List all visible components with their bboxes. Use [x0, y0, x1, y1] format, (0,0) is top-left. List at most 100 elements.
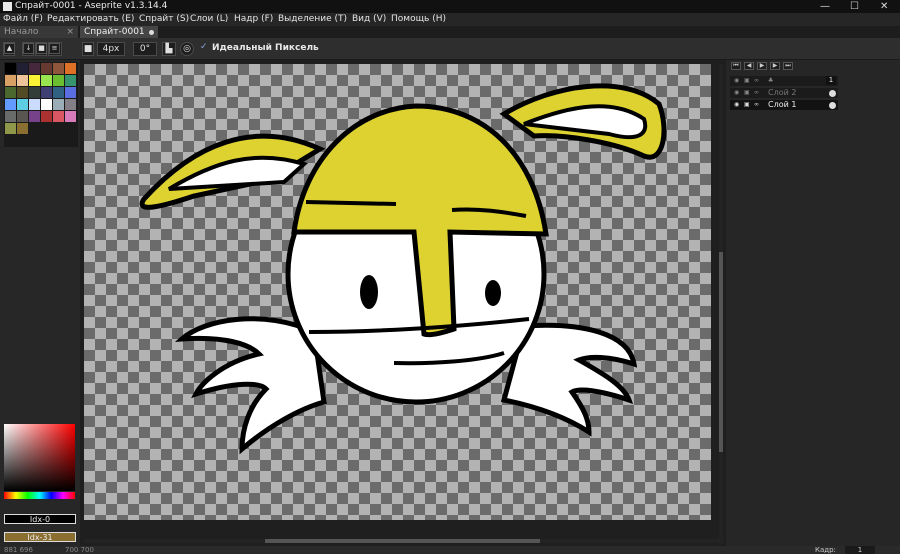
- palette-swatch[interactable]: [5, 99, 16, 110]
- first-frame-button[interactable]: ⏮: [731, 62, 741, 70]
- eye-icon[interactable]: ◉: [734, 90, 740, 96]
- next-frame-button[interactable]: ▶: [770, 62, 780, 70]
- palette-swatch[interactable]: [29, 87, 40, 98]
- palette-swatch[interactable]: [53, 111, 64, 122]
- menu-help[interactable]: Помощь (H): [391, 13, 446, 26]
- layer-name: Слой 1: [768, 100, 797, 109]
- pixel-perfect-checkbox[interactable]: ✓: [200, 42, 208, 52]
- palette-swatch[interactable]: [29, 75, 40, 86]
- palette-swatch[interactable]: [5, 63, 16, 74]
- palette-swatch[interactable]: [41, 63, 52, 74]
- palette-swatch[interactable]: [41, 111, 52, 122]
- palette-swatch[interactable]: [65, 75, 76, 86]
- eye-icon[interactable]: ◉: [734, 102, 740, 108]
- palette-swatch[interactable]: [29, 63, 40, 74]
- palette-swatch[interactable]: [5, 111, 16, 122]
- menu-file[interactable]: Файл (F): [3, 13, 43, 26]
- lock-icon[interactable]: ▣: [744, 102, 750, 108]
- layer-name: Слой 2: [768, 88, 797, 97]
- vertical-scroll-thumb[interactable]: [719, 252, 723, 452]
- unsaved-dot-icon: [149, 30, 154, 35]
- frame-number[interactable]: 1: [826, 76, 836, 85]
- palette-swatches[interactable]: [4, 62, 78, 147]
- tab-sprite[interactable]: Спрайт-0001: [80, 26, 158, 38]
- palette-swatch[interactable]: [29, 99, 40, 110]
- palette-down-icon[interactable]: ↓: [23, 43, 34, 54]
- menu-layers[interactable]: Слои (L): [190, 13, 228, 26]
- palette-swatch[interactable]: [53, 75, 64, 86]
- palette-swatch[interactable]: [53, 99, 64, 110]
- palette-swatch[interactable]: [41, 99, 52, 110]
- link-icon[interactable]: ∞: [754, 78, 760, 84]
- tab-sprite-label: Спрайт-0001: [84, 27, 145, 37]
- horizontal-scroll-thumb[interactable]: [265, 539, 540, 543]
- brush-angle-field[interactable]: 0°: [133, 42, 157, 56]
- background-color-index[interactable]: Idx-31: [4, 532, 76, 542]
- menu-sprite[interactable]: Спрайт (S): [139, 13, 189, 26]
- palette-swatch[interactable]: [65, 111, 76, 122]
- foreground-color-index[interactable]: Idx-0: [4, 514, 76, 524]
- color-picker[interactable]: [4, 424, 75, 491]
- palette-swatch[interactable]: [5, 123, 16, 134]
- palette-swatch[interactable]: [17, 87, 28, 98]
- context-bar: ▪ ↓ ■ ≡ ■ 4px 0° ▙ ◎ ✓ Идеальный Пиксель: [0, 38, 900, 60]
- palette-swatch[interactable]: [5, 75, 16, 86]
- layer-row-2[interactable]: ◉ ▣ ∞ Слой 2: [730, 88, 838, 98]
- link-icon[interactable]: ∞: [754, 90, 760, 96]
- palette-swatch[interactable]: [41, 75, 52, 86]
- cel-dot[interactable]: [829, 90, 836, 97]
- left-brow: [305, 200, 397, 206]
- timeline-panel: [726, 60, 900, 546]
- menu-select[interactable]: Выделение (T): [278, 13, 347, 26]
- cursor-coords: 881 696: [4, 546, 33, 554]
- eye-icon[interactable]: ◉: [734, 78, 740, 84]
- pixel-perfect-label: Идеальный Пиксель: [212, 43, 319, 53]
- palette-swatch[interactable]: [17, 63, 28, 74]
- play-button[interactable]: ▶: [757, 62, 767, 70]
- right-eye: [485, 280, 501, 306]
- last-frame-button[interactable]: ⏭: [783, 62, 793, 70]
- tab-close-icon[interactable]: ×: [66, 26, 74, 38]
- palette-swatch[interactable]: [53, 63, 64, 74]
- palette-swatch[interactable]: [65, 99, 76, 110]
- close-button[interactable]: ✕: [880, 0, 888, 13]
- opacity-icon[interactable]: ◎: [180, 42, 194, 56]
- link-icon[interactable]: ∞: [754, 102, 760, 108]
- layer-row-1[interactable]: ◉ ▣ ∞ Слой 1: [730, 100, 838, 110]
- palette-swatch[interactable]: [5, 87, 16, 98]
- palette-square-icon[interactable]: ■: [36, 43, 47, 54]
- minimize-button[interactable]: —: [820, 0, 830, 13]
- menu-view[interactable]: Вид (V): [352, 13, 386, 26]
- palette-swatch[interactable]: [65, 87, 76, 98]
- palette-swatch[interactable]: [65, 63, 76, 74]
- hue-slider[interactable]: [4, 492, 75, 499]
- onion-skin-icon[interactable]: ♣: [768, 78, 774, 84]
- brush-size-field[interactable]: 4px: [97, 42, 125, 56]
- frame-label: Кадр:: [815, 546, 836, 554]
- palette-lock-icon[interactable]: ▲: [4, 43, 15, 54]
- palette-swatch[interactable]: [41, 87, 52, 98]
- cel-dot[interactable]: [829, 102, 836, 109]
- palette-swatch[interactable]: [17, 111, 28, 122]
- prev-frame-button[interactable]: ◀: [744, 62, 754, 70]
- palette-swatch[interactable]: [17, 75, 28, 86]
- palette-swatch[interactable]: [53, 87, 64, 98]
- palette-swatch[interactable]: [17, 123, 28, 134]
- palette-swatch[interactable]: [29, 111, 40, 122]
- left-eye: [360, 275, 378, 309]
- ink-icon[interactable]: ▙: [162, 42, 176, 56]
- lock-icon[interactable]: ▣: [744, 90, 750, 96]
- maximize-button[interactable]: ☐: [850, 0, 859, 13]
- brush-shape-icon[interactable]: ■: [82, 42, 94, 56]
- palette-menu-icon[interactable]: ≡: [49, 43, 60, 54]
- tab-home[interactable]: Начало ×: [0, 26, 78, 38]
- lock-icon[interactable]: ▣: [744, 78, 750, 84]
- tails-drawing: [139, 83, 667, 455]
- window-title: Спрайт-0001 - Aseprite v1.3.14.4: [15, 1, 168, 11]
- menu-edit[interactable]: Редактировать (E): [47, 13, 134, 26]
- menu-frame[interactable]: Надр (F): [234, 13, 273, 26]
- frame-field[interactable]: 1: [845, 546, 875, 554]
- sprite-canvas[interactable]: [84, 64, 711, 520]
- palette-swatch[interactable]: [17, 99, 28, 110]
- app-icon: [3, 2, 12, 11]
